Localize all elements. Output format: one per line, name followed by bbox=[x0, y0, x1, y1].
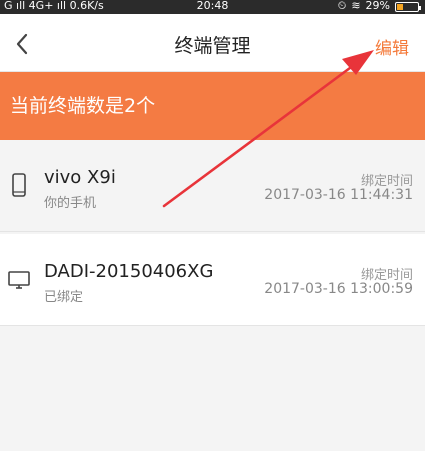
edit-button[interactable]: 编辑 bbox=[375, 34, 409, 59]
battery-percent: 29% bbox=[365, 0, 390, 12]
battery-icon bbox=[395, 2, 421, 12]
back-button[interactable] bbox=[10, 30, 34, 58]
device-row-phone[interactable]: vivo X9i 你的手机 绑定时间 2017-03-16 11:44:31 bbox=[0, 140, 425, 232]
wifi-icon: ≋ bbox=[351, 0, 361, 12]
nav-bar: 终端管理 编辑 bbox=[0, 14, 425, 72]
bind-time-value: 2017-03-16 11:44:31 bbox=[264, 187, 413, 203]
phone-icon bbox=[12, 173, 26, 197]
device-name: vivo X9i bbox=[44, 167, 116, 188]
device-row-computer[interactable]: DADI-20150406XG 已绑定 绑定时间 2017-03-16 13:0… bbox=[0, 234, 425, 326]
device-name: DADI-20150406XG bbox=[44, 261, 214, 282]
terminal-count-banner: 当前终端数是2个 bbox=[0, 72, 425, 140]
chevron-left-icon bbox=[16, 33, 28, 55]
device-subtitle: 已绑定 bbox=[44, 290, 84, 305]
monitor-icon bbox=[8, 271, 30, 289]
page-title: 终端管理 bbox=[174, 35, 251, 57]
bind-time-value: 2017-03-16 13:00:59 bbox=[264, 281, 413, 297]
alarm-icon: ⏲ bbox=[337, 0, 347, 12]
status-right: ⏲ ≋ 29% bbox=[337, 0, 421, 13]
device-subtitle: 你的手机 bbox=[44, 196, 97, 211]
status-bar: G ıll 4G+ ıll 0.6K/s 20:48 ⏲ ≋ 29% bbox=[0, 0, 425, 14]
